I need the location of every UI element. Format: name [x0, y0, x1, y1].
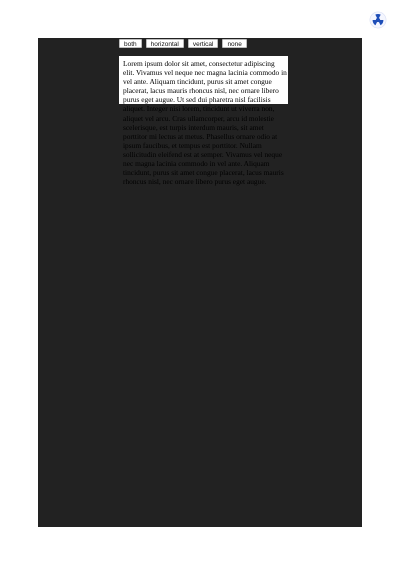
resize-none-button[interactable]: none [222, 39, 247, 48]
page: both horizontal vertical none Lorem ipsu… [0, 0, 400, 566]
resizable-demo-stage: both horizontal vertical none Lorem ipsu… [38, 38, 362, 527]
resize-mode-buttons: both horizontal vertical none [119, 39, 247, 50]
resize-horizontal-button[interactable]: horizontal [145, 39, 184, 48]
resize-both-button[interactable]: both [119, 39, 142, 48]
lorem-paragraph: Lorem ipsum dolor sit amet, consectetur … [123, 59, 287, 187]
resize-vertical-button[interactable]: vertical [187, 39, 219, 48]
radiation-logo-icon [369, 11, 387, 29]
